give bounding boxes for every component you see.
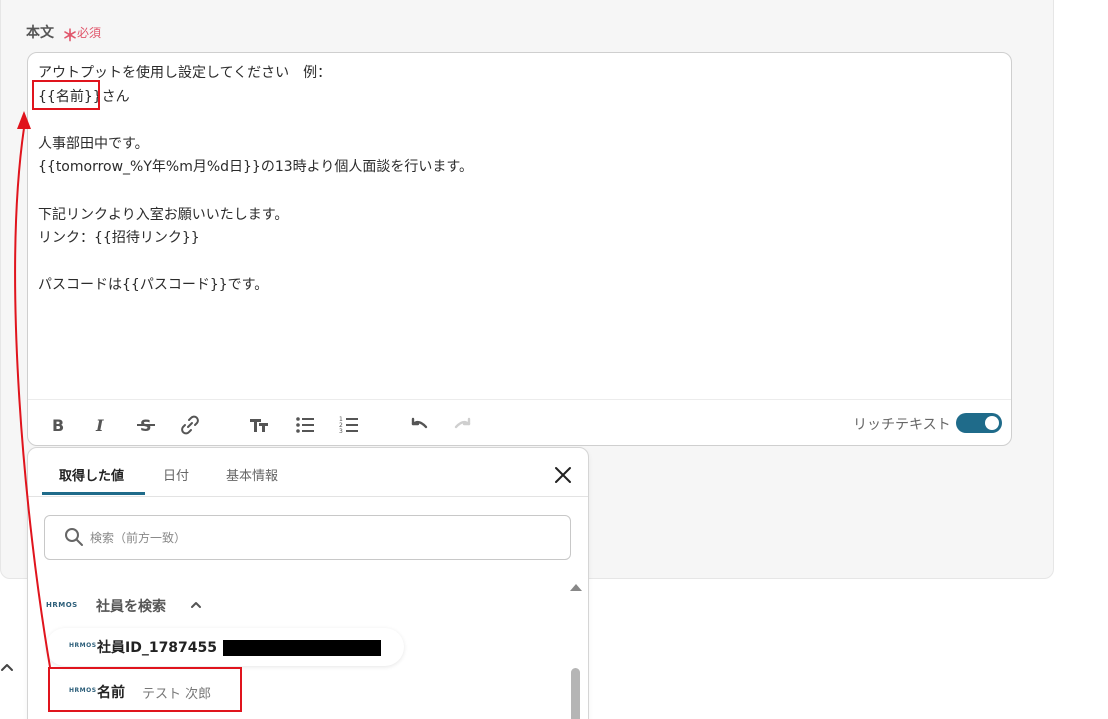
search-input[interactable]: [90, 526, 560, 550]
list-item-employee-id[interactable]: HRMOS 社員ID_1787455: [46, 628, 404, 666]
chevron-up-icon[interactable]: [0, 660, 14, 674]
active-tab-indicator: [42, 492, 145, 495]
body-editor[interactable]: アウトプットを使用し設定してください 例： {{名前}}さん 人事部田中です。 …: [27, 52, 1012, 446]
undo-button[interactable]: [407, 413, 431, 437]
page: 本文 ＊ 必須 アウトプットを使用し設定してください 例： {{名前}}さん 人…: [0, 0, 1108, 719]
svg-text:I: I: [95, 416, 104, 435]
group-title[interactable]: 社員を検索: [96, 596, 166, 616]
chevron-up-icon[interactable]: [189, 598, 203, 612]
editor-line: パスコードは{{パスコード}}です。: [38, 277, 269, 294]
tab-acquired-values[interactable]: 取得した値: [59, 465, 124, 484]
redo-icon: [454, 417, 471, 429]
search-box: [44, 515, 571, 560]
text-size-button[interactable]: [247, 413, 271, 437]
editor-line: 人事部田中です。: [38, 135, 149, 152]
numbered-list-button[interactable]: 123: [337, 413, 361, 437]
undo-icon: [411, 417, 428, 429]
close-button[interactable]: [552, 464, 574, 486]
tab-date[interactable]: 日付: [163, 465, 189, 484]
redo-button[interactable]: [451, 413, 475, 437]
redacted-value: [223, 640, 381, 656]
bullet-list-button[interactable]: [293, 413, 317, 437]
hrmos-logo: HRMOS: [69, 642, 97, 649]
rich-text-toggle[interactable]: [956, 413, 1002, 433]
rich-text-label: リッチテキスト: [853, 417, 951, 433]
svg-text:B: B: [52, 416, 64, 435]
editor-line: {{名前}}さん: [38, 88, 130, 105]
text-size-icon: [250, 419, 268, 432]
link-button[interactable]: [178, 413, 202, 437]
strikethrough-icon: S: [137, 416, 155, 435]
required-text: 必須: [77, 26, 102, 40]
highlight-box-placeholder: [32, 80, 100, 110]
hrmos-logo: HRMOS: [46, 601, 78, 609]
italic-button[interactable]: I: [89, 413, 113, 437]
editor-line: {{tomorrow_%Y年%m月%d日}}の13時より個人面談を行います。: [38, 159, 473, 176]
editor-line: 下記リンクより入室お願いいたします。: [38, 206, 289, 223]
scrollbar-thumb[interactable]: [571, 668, 580, 719]
svg-text:3: 3: [339, 428, 343, 435]
tabs-divider: [28, 496, 588, 497]
highlight-box-name-item: [48, 667, 242, 712]
tab-basic-info[interactable]: 基本情報: [226, 465, 278, 484]
bullet-list-icon: [296, 417, 314, 433]
toggle-knob: [985, 416, 999, 430]
search-icon: [65, 528, 83, 546]
item-key: 社員ID_1787455: [97, 640, 218, 656]
strikethrough-button[interactable]: S: [134, 413, 158, 437]
bold-icon: B: [52, 416, 64, 435]
editor-line: アウトプットを使用し設定してください 例：: [38, 65, 332, 81]
scroll-up-arrow[interactable]: [570, 584, 582, 591]
italic-icon: I: [95, 416, 104, 435]
required-mark: ＊: [62, 26, 79, 45]
toolbar-divider: [28, 399, 1011, 400]
numbered-list-icon: 123: [339, 416, 358, 435]
editor-line: リンク：{{招待リンク}}: [38, 230, 200, 247]
field-label: 本文: [26, 25, 54, 41]
bold-button[interactable]: B: [46, 413, 70, 437]
close-icon: [555, 467, 571, 483]
editor-content[interactable]: アウトプットを使用し設定してください 例： {{名前}}さん 人事部田中です。 …: [38, 62, 1001, 298]
link-icon: [181, 415, 199, 435]
